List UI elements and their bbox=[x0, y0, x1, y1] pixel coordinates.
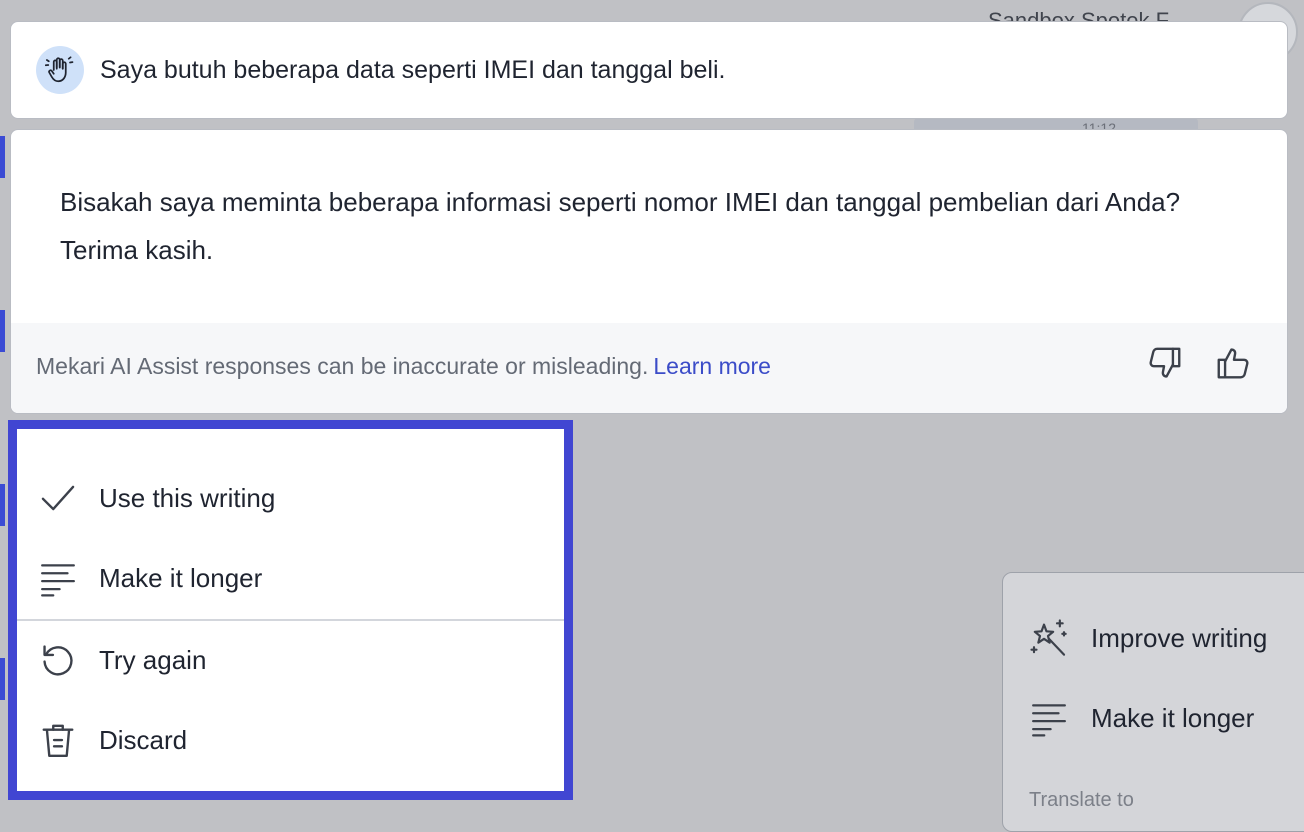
disclaimer: Mekari AI Assist responses can be inaccu… bbox=[36, 353, 771, 380]
ai-response-text: Bisakah saya meminta beberapa informasi … bbox=[60, 187, 1181, 265]
response-footer: Mekari AI Assist responses can be inaccu… bbox=[11, 323, 1287, 413]
check-icon bbox=[38, 478, 78, 518]
prompt-card: Saya butuh beberapa data seperti IMEI da… bbox=[10, 21, 1288, 119]
thumbs-down-button[interactable] bbox=[1145, 345, 1185, 385]
ai-response-card: Bisakah saya meminta beberapa informasi … bbox=[10, 129, 1288, 414]
learn-more-link[interactable]: Learn more bbox=[653, 353, 771, 379]
waving-hand-icon bbox=[36, 46, 84, 94]
improve-writing-item[interactable]: Improve writing bbox=[1003, 608, 1304, 668]
text-lines-icon bbox=[1029, 698, 1069, 738]
background-make-it-longer-label: Make it longer bbox=[1091, 702, 1255, 733]
magic-wand-icon bbox=[1029, 618, 1069, 658]
text-lines-icon bbox=[38, 558, 78, 598]
discard-item[interactable]: Discard bbox=[17, 710, 564, 770]
prompt-text: Saya butuh beberapa data seperti IMEI da… bbox=[100, 55, 726, 84]
background-edge-marker bbox=[0, 136, 5, 178]
make-it-longer-label: Make it longer bbox=[99, 562, 263, 593]
thumbs-up-icon bbox=[1214, 344, 1252, 387]
thumbs-up-button[interactable] bbox=[1213, 345, 1253, 385]
use-this-writing-item[interactable]: Use this writing bbox=[17, 468, 564, 528]
background-make-it-longer-item[interactable]: Make it longer bbox=[1003, 688, 1304, 748]
thumbs-down-icon bbox=[1146, 344, 1184, 387]
ai-action-menu: Use this writing Make it longer Try agai… bbox=[8, 420, 573, 800]
try-again-label: Try again bbox=[99, 644, 207, 675]
retry-icon bbox=[38, 640, 78, 680]
improve-writing-label: Improve writing bbox=[1091, 622, 1268, 653]
use-this-writing-label: Use this writing bbox=[99, 482, 276, 513]
make-it-longer-item[interactable]: Make it longer bbox=[17, 548, 564, 608]
background-edge-marker bbox=[0, 310, 5, 352]
background-writing-menu: Improve writing Make it longer Translate… bbox=[1002, 572, 1304, 832]
menu-divider bbox=[17, 619, 564, 621]
background-edge-marker bbox=[0, 484, 5, 526]
background-edge-marker bbox=[0, 658, 5, 700]
try-again-item[interactable]: Try again bbox=[17, 630, 564, 690]
disclaimer-text: Mekari AI Assist responses can be inaccu… bbox=[36, 353, 649, 379]
trash-icon bbox=[38, 720, 78, 760]
discard-label: Discard bbox=[99, 724, 188, 755]
translate-to-section-label: Translate to bbox=[1029, 789, 1134, 811]
